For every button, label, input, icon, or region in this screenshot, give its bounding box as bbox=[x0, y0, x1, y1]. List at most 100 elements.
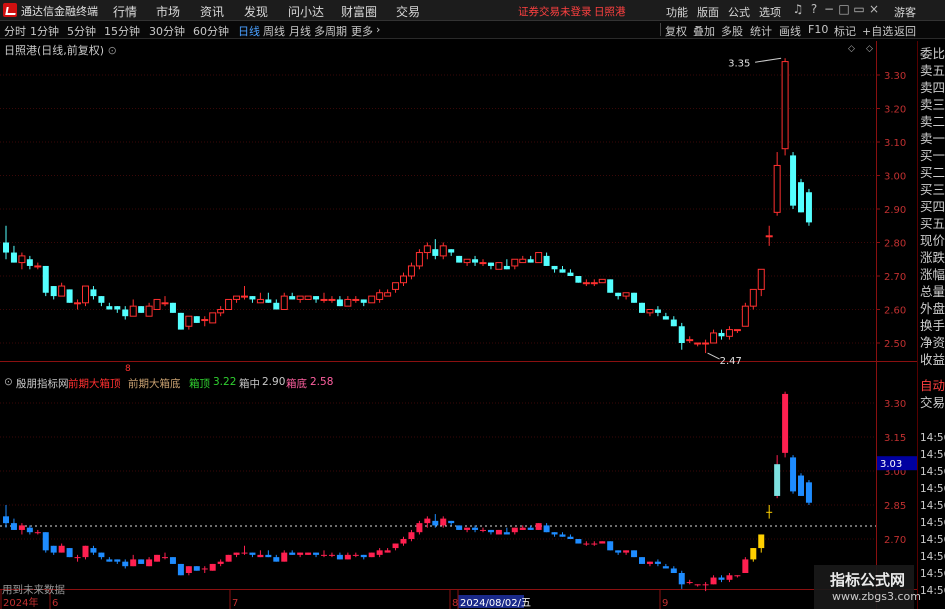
side-panel-item: 外盘 bbox=[920, 301, 945, 316]
side-panel-item[interactable]: 自动 bbox=[920, 377, 945, 394]
side-panel-item[interactable]: 14:56 bbox=[920, 498, 945, 515]
side-panel-item[interactable]: 14:56 bbox=[920, 566, 945, 583]
tool-zixuan[interactable]: +自选 bbox=[862, 23, 893, 39]
maximize-icon[interactable]: ▭ bbox=[852, 2, 866, 16]
candle-body bbox=[201, 319, 209, 322]
side-panel-item[interactable]: 14:56 bbox=[920, 447, 945, 464]
tool-diejia[interactable]: 叠加 bbox=[693, 23, 715, 39]
indicator-bar bbox=[495, 529, 502, 535]
menu-jiaoyi[interactable]: 交易 bbox=[396, 3, 420, 20]
indicator-bar bbox=[448, 520, 455, 524]
side-panel-item[interactable]: 14:56 bbox=[920, 532, 945, 549]
indicator-bar bbox=[384, 550, 391, 553]
indicator-bar bbox=[487, 529, 494, 533]
restore-icon[interactable]: □ bbox=[837, 2, 851, 16]
tool-fuquan[interactable]: 复权 bbox=[665, 23, 687, 39]
tool-fanhui[interactable]: 返回 bbox=[894, 23, 916, 39]
menu-gongshi[interactable]: 公式 bbox=[728, 4, 750, 20]
menu-shichang[interactable]: 市场 bbox=[156, 3, 180, 20]
tool-duogu[interactable]: 多股 bbox=[721, 23, 743, 39]
indicator-bar bbox=[130, 559, 137, 567]
chevron-right-icon[interactable]: › bbox=[376, 23, 380, 36]
candle-body bbox=[42, 265, 49, 293]
close-icon[interactable]: × bbox=[867, 2, 881, 16]
candle-body bbox=[98, 296, 105, 303]
indicator-tick-label: 3.15 bbox=[884, 433, 906, 444]
indicator-bar bbox=[122, 561, 129, 567]
indicator-bar bbox=[3, 516, 9, 524]
app-title: 通达信金融终端 bbox=[21, 5, 98, 18]
candle-body bbox=[3, 242, 9, 253]
menu-xuanxiang[interactable]: 选项 bbox=[759, 4, 781, 20]
menu-banmian[interactable]: 版面 bbox=[697, 4, 719, 20]
candle-body bbox=[805, 192, 812, 223]
indicator-bar bbox=[559, 534, 566, 537]
period-60min[interactable]: 60分钟 bbox=[193, 23, 229, 39]
period-multi[interactable]: 多周期 bbox=[314, 23, 347, 39]
bell-icon[interactable]: ♫ bbox=[791, 2, 805, 16]
indicator-bar bbox=[201, 568, 208, 570]
indicator-bar bbox=[654, 561, 661, 564]
minimize-icon[interactable]: − bbox=[822, 2, 836, 16]
candle-body bbox=[543, 255, 550, 266]
tool-biaoji[interactable]: 标记 bbox=[834, 23, 856, 39]
candle-body bbox=[463, 258, 471, 264]
period-30min[interactable]: 30分钟 bbox=[149, 23, 185, 39]
menu-caifuquan[interactable]: 财富圈 bbox=[341, 3, 377, 20]
menu-hangqing[interactable]: 行情 bbox=[113, 3, 137, 20]
menu-faxian[interactable]: 发现 bbox=[244, 3, 268, 20]
guest-label[interactable]: 游客 bbox=[894, 4, 916, 20]
period-week[interactable]: 周线 bbox=[263, 23, 285, 39]
indicator-bar bbox=[26, 527, 33, 533]
period-15min[interactable]: 15分钟 bbox=[104, 23, 140, 39]
indicator-bar bbox=[424, 518, 431, 524]
price-tick-label: 2.90 bbox=[884, 205, 906, 216]
menu-zixun[interactable]: 资讯 bbox=[200, 3, 224, 20]
side-panel-item: 买二 bbox=[920, 165, 945, 180]
indicator-bar bbox=[646, 561, 653, 564]
menu-gongneng[interactable]: 功能 bbox=[666, 4, 688, 20]
indicator-bar bbox=[321, 554, 327, 556]
side-panel-item[interactable]: 14:56 bbox=[920, 515, 945, 532]
tool-huaxian[interactable]: 画线 bbox=[779, 23, 801, 39]
side-panel-item[interactable]: 14:56 bbox=[920, 481, 945, 498]
period-more[interactable]: 更多 bbox=[351, 23, 373, 39]
tool-tongji[interactable]: 统计 bbox=[750, 23, 772, 39]
indicator-bar bbox=[368, 552, 375, 558]
tool-f10[interactable]: F10 bbox=[808, 23, 828, 36]
help-icon[interactable]: ? bbox=[807, 2, 821, 16]
kline-chart[interactable]: 3.30 3.20 3.10 3.00 2.90 2.80 2.70 2.60 2.50 3.30… bbox=[0, 41, 917, 609]
indicator-tick-label: 3.30 bbox=[884, 399, 906, 410]
candle-body bbox=[169, 302, 176, 313]
period-day[interactable]: 日线 bbox=[238, 23, 260, 39]
side-panel-item[interactable]: 14:56 bbox=[920, 583, 945, 600]
menu-wenxiaoda[interactable]: 问小达 bbox=[288, 3, 324, 20]
side-panel-item: 买三 bbox=[920, 182, 945, 197]
indicator-bar bbox=[694, 584, 701, 586]
indicator-bar bbox=[472, 527, 479, 530]
indicator-bar bbox=[511, 527, 518, 533]
login-status[interactable]: 证券交易未登录 bbox=[518, 4, 592, 19]
indicator-bar bbox=[623, 550, 630, 553]
month-marker: 8 bbox=[125, 364, 131, 374]
period-5min[interactable]: 5分钟 bbox=[67, 23, 96, 39]
candle-body bbox=[694, 342, 702, 345]
side-panel-item[interactable]: 14:56 bbox=[920, 430, 945, 447]
stock-name-title: 日照港 bbox=[594, 6, 626, 18]
side-panel-item[interactable]: 交易 bbox=[920, 394, 945, 411]
candle-body bbox=[34, 265, 42, 268]
period-month[interactable]: 月线 bbox=[289, 23, 311, 39]
candle-body bbox=[313, 296, 320, 300]
candle-body bbox=[495, 262, 503, 270]
indicator-bar bbox=[782, 393, 789, 453]
candle-body bbox=[631, 292, 638, 303]
period-1min[interactable]: 1分钟 bbox=[30, 23, 59, 39]
indicator-bar bbox=[432, 520, 439, 526]
indicator-bar bbox=[535, 523, 542, 530]
side-panel-item[interactable]: 14:56 bbox=[920, 549, 945, 566]
period-fenshi[interactable]: 分时 bbox=[4, 23, 26, 39]
indicator-bar bbox=[328, 554, 335, 556]
indicator-bar bbox=[805, 482, 812, 503]
indicator-bar bbox=[376, 550, 383, 555]
side-panel-item[interactable]: 14:56 bbox=[920, 464, 945, 481]
